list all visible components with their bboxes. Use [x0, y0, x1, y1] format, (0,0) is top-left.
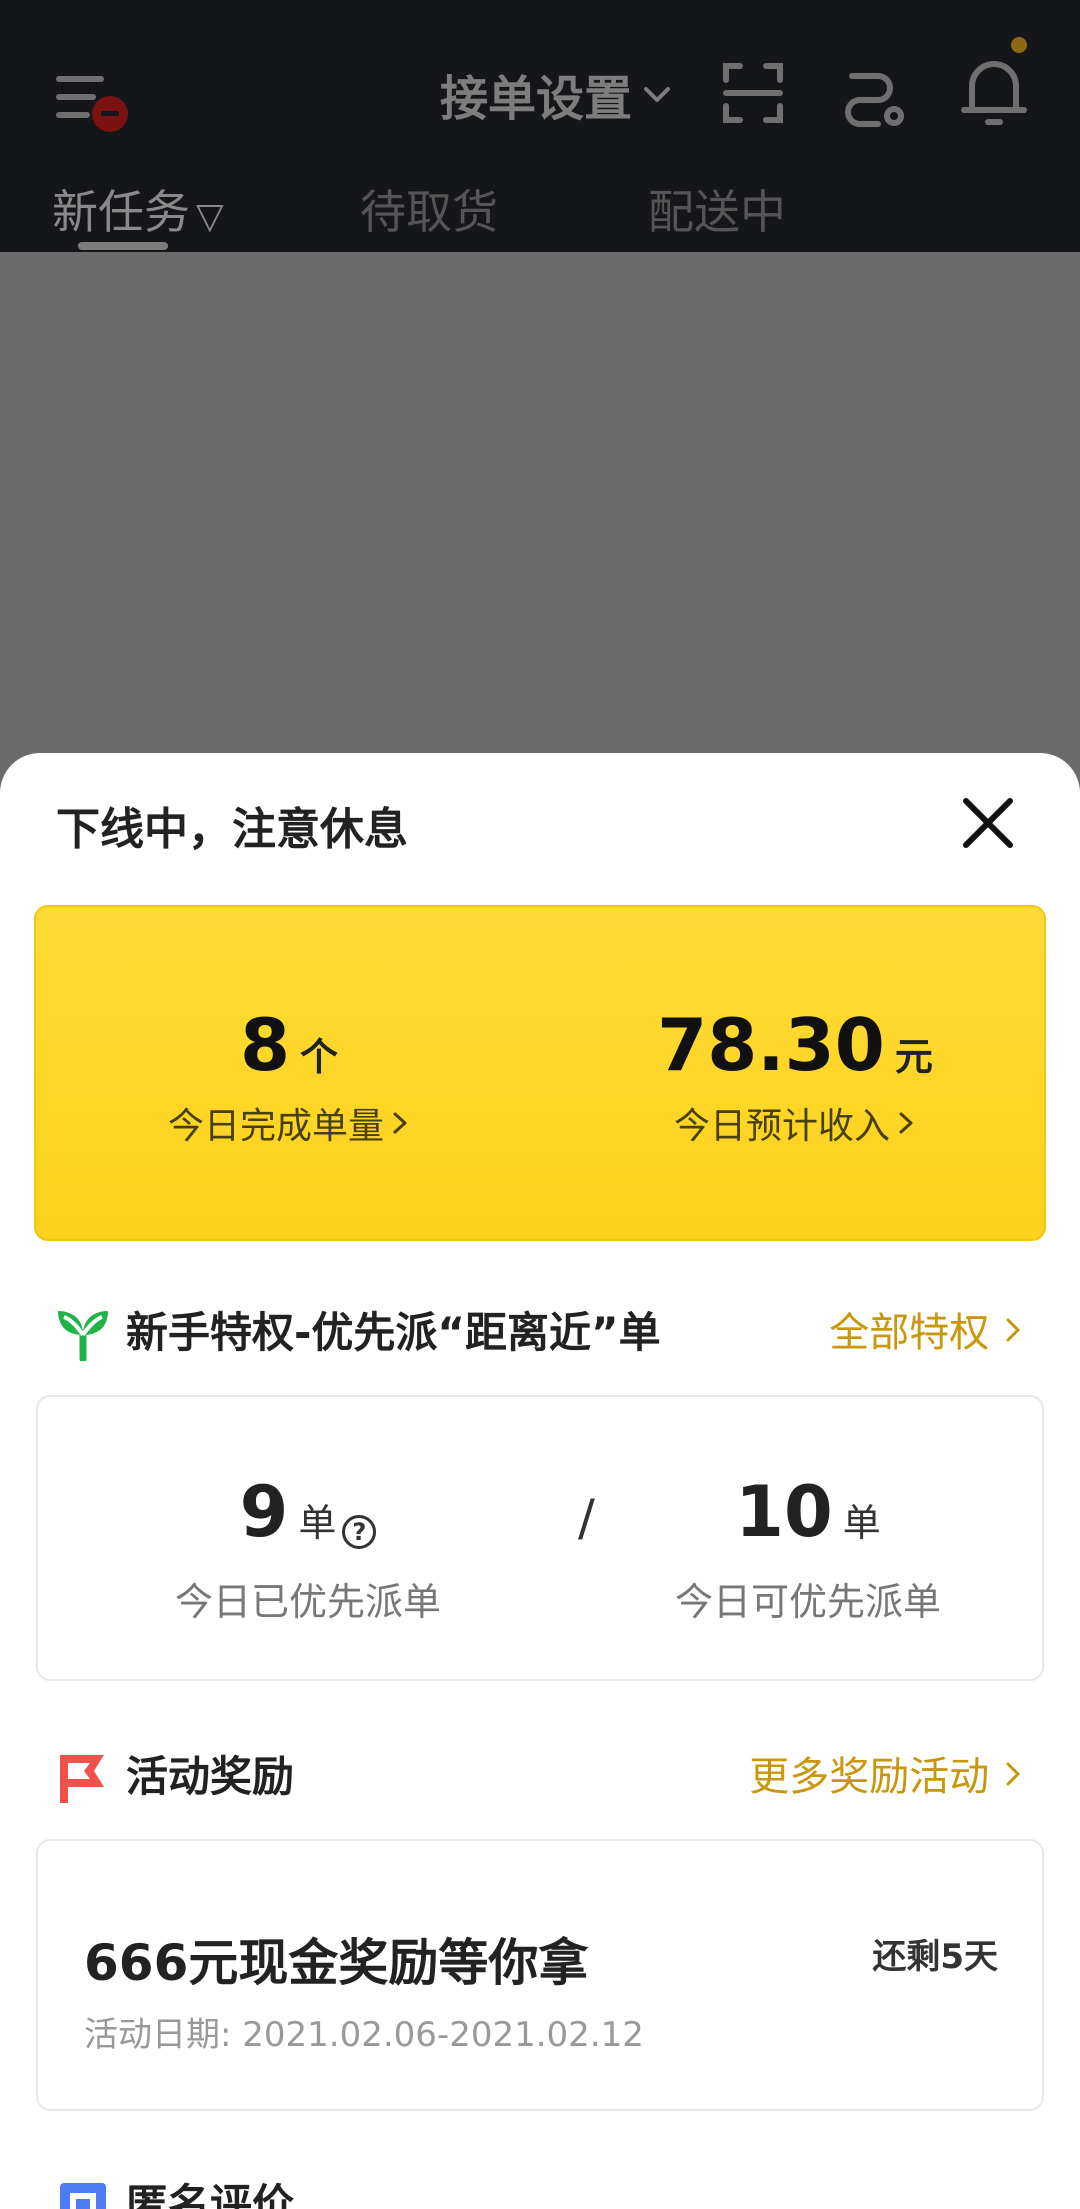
chevron-right-icon [1006, 1318, 1020, 1342]
review-icon [60, 2183, 106, 2209]
menu-icon[interactable] [52, 70, 132, 132]
activity-item-title: 666元现金奖励等你拿 [84, 1934, 589, 1992]
orders-completed-caption: 今日完成单量 [167, 1106, 384, 1147]
sheet-title: 下线中，注意休息 [56, 804, 408, 855]
priority-dispatched-value: 9 [239, 1471, 289, 1553]
priority-dispatched-caption: 今日已优先派单 [174, 1580, 441, 1624]
flag-icon [60, 1755, 104, 1803]
all-privileges-link[interactable]: 全部特权 [829, 1303, 1024, 1363]
order-settings-label: 接单设置 [440, 71, 633, 127]
orders-completed-unit: 个 [300, 1035, 339, 1079]
anonymous-review-section-header: 匿名评价 [56, 2175, 1024, 2209]
more-activities-link[interactable]: 更多奖励活动 [749, 1747, 1024, 1807]
filter-icon[interactable]: ▽ [196, 196, 224, 237]
chevron-right-icon [393, 1112, 407, 1134]
notification-dot [1011, 37, 1027, 53]
tab-delivering[interactable]: 配送中 [648, 176, 786, 242]
active-tab-indicator [78, 242, 168, 250]
order-settings-dropdown[interactable]: 接单设置 [440, 64, 674, 127]
estimated-income-caption: 今日预计收入 [673, 1106, 890, 1147]
chevron-down-icon [644, 87, 671, 102]
route-icon[interactable] [840, 60, 910, 130]
top-app-bar: 接单设置 新任务 ▽ 待取货 配送中 [0, 0, 1080, 252]
chevron-right-icon [1006, 1762, 1020, 1786]
priority-available-caption: 今日可优先派单 [674, 1580, 941, 1624]
scan-icon[interactable] [722, 62, 784, 124]
activity-title: 活动奖励 [126, 1752, 295, 1801]
bell-icon[interactable] [960, 54, 1028, 130]
orders-completed-value: 8 [239, 1003, 291, 1087]
estimated-income-unit: 元 [894, 1035, 933, 1079]
privilege-title: 新手特权-优先派“距离近”单 [126, 1308, 661, 1357]
anonymous-review-title: 匿名评价 [126, 2180, 295, 2209]
separator-slash: / [578, 1489, 595, 1547]
priority-dispatched-unit: 单 [298, 1501, 337, 1545]
activity-remaining-badge: 还剩5天 [872, 1937, 998, 1977]
sprout-icon [58, 1311, 108, 1361]
modal-backdrop[interactable] [0, 252, 1080, 753]
privilege-section-header: 新手特权-优先派“距离近”单 全部特权 [56, 1303, 1024, 1363]
priority-available-unit: 单 [842, 1501, 881, 1545]
priority-available-value: 10 [735, 1471, 833, 1553]
offline-summary-sheet: 下线中，注意休息 8个 今日完成单量 78.30 元 今日预计收入 新手特权-优… [0, 753, 1080, 2209]
orders-completed-stat[interactable]: 8个 今日完成单量 [36, 1003, 542, 1149]
activity-date: 活动日期: 2021.02.06-2021.02.12 [84, 2015, 644, 2055]
activity-section-header: 活动奖励 更多奖励活动 [56, 1747, 1024, 1807]
chevron-right-icon [899, 1112, 913, 1134]
priority-available-stat: 10 单 今日可优先派单 [598, 1471, 1018, 1626]
priority-dispatched-stat: 9 单? 今日已优先派单 [98, 1471, 518, 1626]
help-icon[interactable]: ? [342, 1514, 377, 1549]
tab-new-tasks[interactable]: 新任务 ▽ [52, 176, 224, 242]
activity-card[interactable]: 666元现金奖励等你拿 还剩5天 活动日期: 2021.02.06-2021.0… [36, 1839, 1044, 2111]
priority-dispatch-card: 9 单? 今日已优先派单 / 10 单 今日可优先派单 [36, 1395, 1044, 1681]
close-icon[interactable] [956, 791, 1020, 855]
offline-badge-icon [92, 96, 128, 132]
estimated-income-stat[interactable]: 78.30 元 今日预计收入 [542, 1003, 1048, 1149]
tab-pending-pickup[interactable]: 待取货 [360, 176, 498, 242]
estimated-income-value: 78.30 [657, 1003, 885, 1087]
today-stats-card: 8个 今日完成单量 78.30 元 今日预计收入 [34, 905, 1046, 1241]
